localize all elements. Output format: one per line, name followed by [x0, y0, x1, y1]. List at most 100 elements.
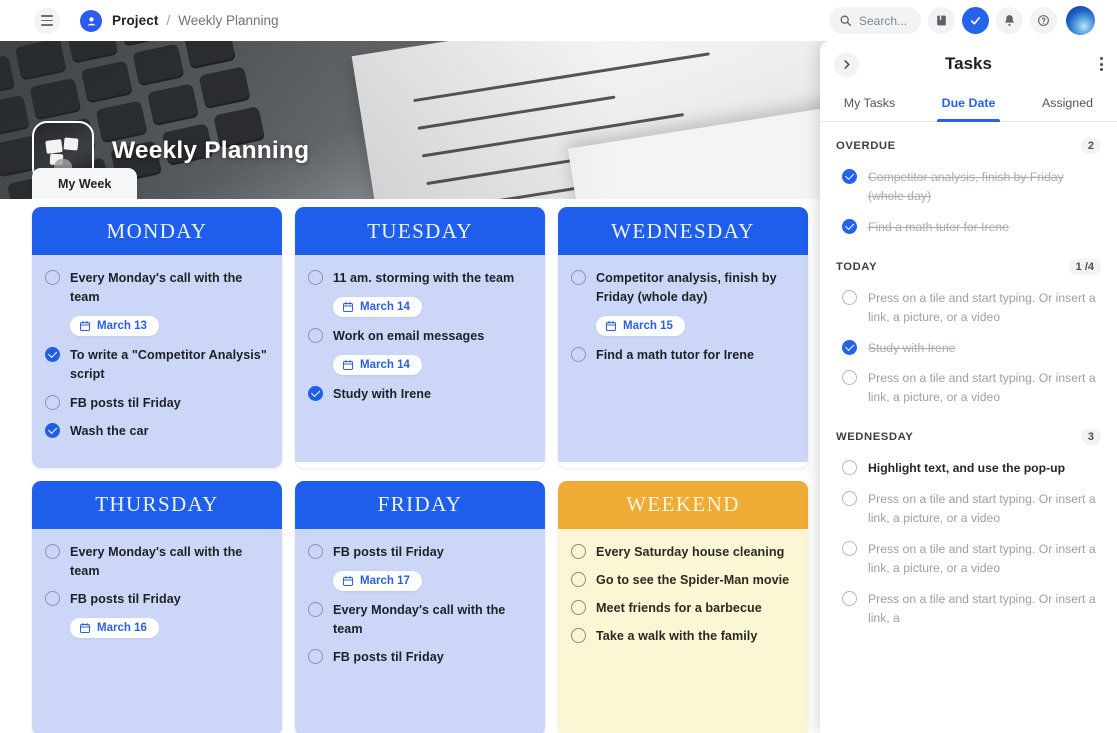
task-due-date-chip[interactable]: March 14 [333, 297, 422, 318]
task-item[interactable]: Every Monday's call with the team [308, 601, 532, 639]
task-item[interactable]: Meet friends for a barbecue [571, 599, 795, 618]
task-item[interactable]: FB posts til Friday [45, 590, 269, 609]
chevron-right-icon[interactable] [834, 51, 859, 77]
task-label: Go to see the Spider-Man movie [596, 572, 790, 587]
task-checkbox[interactable] [308, 601, 323, 617]
tab-due-date[interactable]: Due Date [919, 87, 1018, 122]
panel-task-item[interactable]: Find a math tutor for Irene [820, 212, 1117, 243]
day-card-title: MONDAY [32, 207, 282, 255]
task-item[interactable]: 11 am. storming with the team [308, 269, 532, 288]
task-item[interactable]: FB posts til Friday [308, 543, 532, 562]
panel-task-checkbox[interactable] [842, 289, 857, 305]
task-checkbox[interactable] [45, 543, 60, 559]
task-item[interactable]: Go to see the Spider-Man movie [571, 571, 795, 590]
panel-task-checkbox[interactable] [842, 218, 857, 234]
bell-icon[interactable] [996, 7, 1023, 34]
panel-task-item[interactable]: Press on a tile and start typing. Or ins… [820, 484, 1117, 534]
task-item[interactable]: Every Saturday house cleaning [571, 543, 795, 562]
task-checkbox[interactable] [45, 270, 60, 285]
panel-task-checkbox[interactable] [842, 590, 857, 606]
panel-task-item[interactable]: Competitor analysis, finish by Friday (w… [820, 162, 1117, 212]
task-section-title: OVERDUE [836, 140, 896, 152]
panel-task-checkbox[interactable] [842, 370, 857, 386]
task-item[interactable]: To write a "Competitor Analysis" script [45, 346, 269, 384]
task-checkbox[interactable] [571, 347, 586, 363]
panel-task-label: Find a math tutor for Irene [868, 219, 1009, 234]
task-item[interactable]: Every Monday's call with the team [45, 543, 269, 581]
task-checkbox[interactable] [308, 270, 323, 285]
task-due-date-label: March 14 [360, 359, 410, 372]
tasks-panel-tabs: My Tasks Due Date Assigned [820, 87, 1117, 122]
tab-assigned[interactable]: Assigned [1018, 87, 1117, 121]
panel-task-label: Press on a tile and start typing. Or ins… [868, 591, 1096, 625]
task-due-date-chip[interactable]: March 17 [333, 570, 422, 591]
search-input[interactable]: Search... [829, 7, 921, 34]
task-label: Take a walk with the family [596, 629, 758, 644]
task-checkbox[interactable] [571, 543, 586, 559]
check-circle-icon[interactable] [962, 7, 989, 34]
task-label: Every Saturday house cleaning [596, 544, 785, 559]
panel-task-checkbox[interactable] [842, 491, 857, 507]
panel-task-item[interactable]: Press on a tile and start typing. Or ins… [820, 363, 1117, 413]
panel-task-checkbox[interactable] [842, 339, 857, 355]
calendar-icon [343, 301, 353, 313]
help-icon[interactable] [1030, 7, 1057, 34]
day-card-friday: FRIDAY FB posts til Friday March 17 Every M… [295, 480, 545, 733]
task-checkbox[interactable] [571, 600, 586, 616]
task-item[interactable]: Find a math tutor for Irene [571, 346, 795, 365]
task-section-count: 2 [1080, 138, 1101, 154]
task-due-date-chip[interactable]: March 14 [333, 355, 422, 376]
task-checkbox[interactable] [571, 628, 586, 644]
task-checkbox[interactable] [571, 270, 586, 285]
task-checkbox[interactable] [571, 571, 586, 587]
task-due-date-chip[interactable]: March 15 [596, 316, 685, 337]
day-card-body: Competitor analysis, finish by Friday (w… [558, 255, 808, 462]
task-label: To write a "Competitor Analysis" script [70, 348, 267, 382]
day-card-grid: MONDAY Every Monday's call with the team M… [0, 207, 822, 733]
task-checkbox[interactable] [308, 328, 323, 344]
task-checkbox[interactable] [45, 347, 60, 363]
day-card-title: WEEKEND [558, 480, 808, 529]
panel-task-checkbox[interactable] [842, 540, 857, 556]
panel-task-item[interactable]: Press on a tile and start typing. Or ins… [820, 534, 1117, 584]
task-due-date-chip[interactable]: March 13 [70, 316, 159, 337]
task-due-date-label: March 15 [623, 320, 673, 333]
task-label: 11 am. storming with the team [333, 271, 515, 285]
task-item[interactable]: Every Monday's call with the team [45, 269, 269, 307]
panel-task-item[interactable]: Study with Irene [820, 333, 1117, 364]
task-item[interactable]: FB posts til Friday [45, 394, 269, 413]
task-checkbox[interactable] [308, 649, 323, 665]
tab-my-tasks[interactable]: My Tasks [820, 87, 919, 121]
task-item[interactable]: Take a walk with the family [571, 627, 795, 646]
task-item[interactable]: Wash the car [45, 422, 269, 441]
breadcrumb-root[interactable]: Project [112, 13, 158, 28]
day-card-wednesday: WEDNESDAY Competitor analysis, finish by … [558, 207, 808, 468]
task-checkbox[interactable] [45, 422, 60, 438]
task-checkbox[interactable] [45, 591, 60, 607]
kebab-menu-icon[interactable] [1100, 57, 1103, 71]
task-item[interactable]: Work on email messages [308, 327, 532, 346]
task-item[interactable]: FB posts til Friday [308, 648, 532, 667]
day-card-title: TUESDAY [295, 207, 545, 255]
hamburger-icon[interactable] [34, 7, 60, 34]
panel-task-item[interactable]: Press on a tile and start typing. Or ins… [820, 584, 1117, 634]
task-checkbox[interactable] [308, 386, 323, 402]
task-label: Wash the car [70, 423, 149, 438]
tab-my-week[interactable]: My Week [32, 168, 138, 199]
panel-task-label: Competitor analysis, finish by Friday (w… [868, 170, 1064, 203]
panel-task-item[interactable]: Highlight text, and use the pop-up [820, 453, 1117, 484]
archive-icon[interactable] [928, 7, 955, 34]
project-logo-icon[interactable] [80, 9, 102, 32]
task-due-date-label: March 17 [360, 574, 410, 587]
task-due-date-label: March 16 [97, 622, 147, 635]
task-item[interactable]: Study with Irene [308, 385, 532, 404]
task-checkbox[interactable] [308, 543, 323, 559]
task-checkbox[interactable] [45, 394, 60, 410]
panel-task-checkbox[interactable] [842, 460, 857, 476]
panel-task-item[interactable]: Press on a tile and start typing. Or ins… [820, 283, 1117, 333]
panel-task-checkbox[interactable] [842, 169, 857, 184]
task-due-date-chip[interactable]: March 16 [70, 618, 159, 639]
avatar[interactable] [1066, 6, 1095, 35]
breadcrumb-current[interactable]: Weekly Planning [178, 13, 278, 28]
task-item[interactable]: Competitor analysis, finish by Friday (w… [571, 269, 795, 307]
